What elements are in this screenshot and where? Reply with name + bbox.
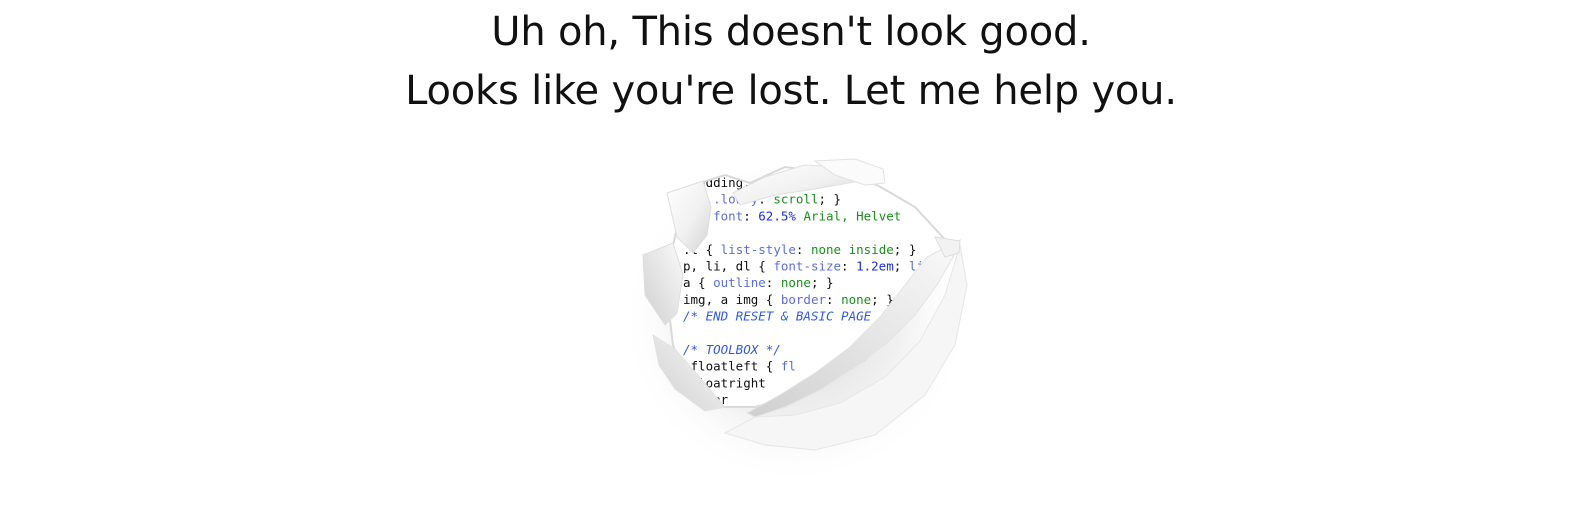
code-token: fl xyxy=(781,359,796,374)
code-token: img, a img { xyxy=(683,292,781,307)
error-page: Uh oh, This doesn't look good. Looks lik… xyxy=(0,0,1582,518)
code-token: ; } xyxy=(811,275,834,290)
code-token: 62.5% xyxy=(758,208,796,223)
code-token: /* END RESET & BASIC PAGE xyxy=(683,309,872,324)
code-token: a { xyxy=(683,275,713,290)
code-line: .floatleft { fl xyxy=(683,359,796,374)
code-token: : xyxy=(826,292,841,307)
torn-paper-hole-icon: ..adding: 0; } ..low-y: scroll; } { font… xyxy=(615,145,975,490)
code-token: : xyxy=(766,275,781,290)
code-token: list-style xyxy=(721,242,796,257)
code-line: img, a img { border: none; } xyxy=(683,292,894,307)
code-token: ; xyxy=(894,259,909,274)
code-token: .floatleft { xyxy=(683,359,781,374)
code-token: font-size xyxy=(773,259,841,274)
code-token xyxy=(796,208,804,223)
code-token: ; } xyxy=(818,192,841,207)
code-token: none xyxy=(841,292,871,307)
error-subheadline: Looks like you're lost. Let me help you. xyxy=(405,68,1177,114)
code-line: { font: 62.5% Arial, Helvet xyxy=(683,208,901,223)
code-token: : xyxy=(743,208,758,223)
code-token: /* TOOLBOX */ xyxy=(683,342,781,357)
code-token: border xyxy=(781,292,827,307)
code-line: /* TOOLBOX */ xyxy=(683,342,781,357)
code-line: /* END RESET & BASIC PAGE xyxy=(683,309,872,324)
code-token: 1.2em xyxy=(856,259,894,274)
code-line: p, li, dl { font-size: 1.2em; line- xyxy=(683,259,946,274)
code-token: none inside xyxy=(811,242,894,257)
code-token: ; } xyxy=(894,242,917,257)
error-headline: Uh oh, This doesn't look good. xyxy=(491,9,1091,55)
code-token: Arial, Helvet xyxy=(803,208,901,223)
code-token: : xyxy=(796,242,811,257)
code-token: p, li, dl { xyxy=(683,259,773,274)
code-token: : xyxy=(841,259,856,274)
code-token: font xyxy=(713,208,743,223)
code-token: none xyxy=(781,275,811,290)
code-line: a { outline: none; } xyxy=(683,275,834,290)
code-line: .l { list-style: none inside; } xyxy=(683,242,916,257)
code-token: outline xyxy=(713,275,766,290)
